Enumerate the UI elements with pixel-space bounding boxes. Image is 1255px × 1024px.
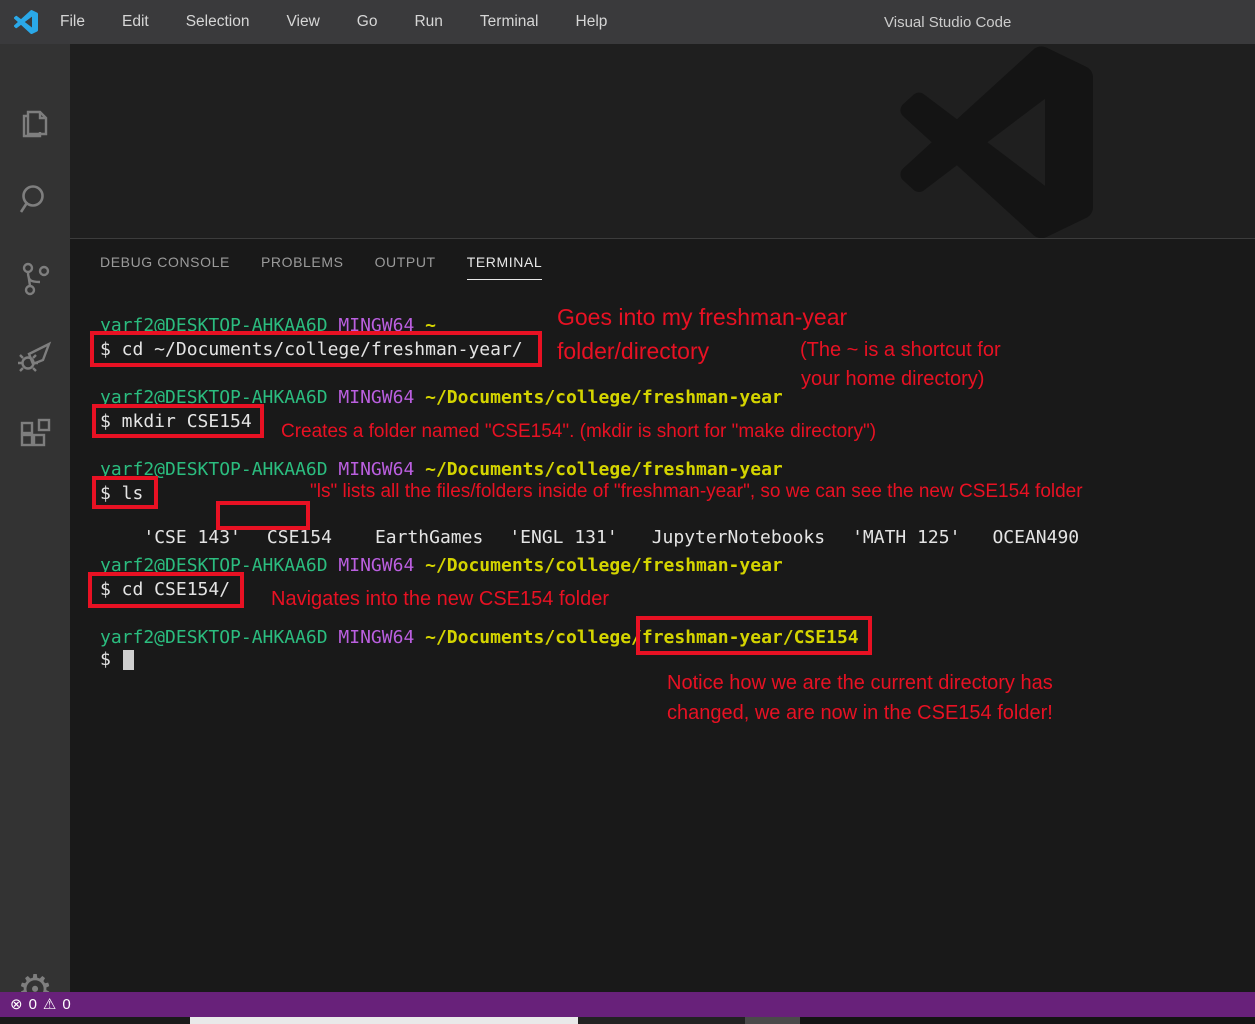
prompt-line-1: yarf2@DESKTOP-AHKAA6D MINGW64 ~ — [100, 316, 436, 336]
prompt-line-3: yarf2@DESKTOP-AHKAA6D MINGW64 ~/Document… — [100, 460, 783, 480]
ls-item: 'CSE 143' — [143, 528, 241, 548]
ls-item: JupyterNotebooks — [652, 528, 825, 548]
status-bar: ⊗ 0 ⚠ 0 — [0, 992, 1255, 1017]
prompt-line-5: yarf2@DESKTOP-AHKAA6D MINGW64 ~/Document… — [100, 628, 859, 648]
vscode-window: File Edit Selection View Go Run Terminal… — [0, 0, 1255, 1024]
vscode-logo-icon — [14, 10, 38, 34]
menu-go[interactable]: Go — [357, 13, 378, 31]
menu-view[interactable]: View — [286, 13, 319, 31]
ls-item: 'ENGL 131' — [509, 528, 617, 548]
editor-area — [70, 44, 1255, 238]
annotation-tilde-line1: (The ~ is a shortcut for — [800, 339, 1001, 362]
warnings-icon: ⚠ — [43, 997, 56, 1012]
menu-bar: File Edit Selection View Go Run Terminal… — [60, 13, 607, 31]
command-cd-freshman-year: $ cd ~/Documents/college/freshman-year/ — [100, 340, 523, 360]
tab-debug-console[interactable]: DEBUG CONSOLE — [100, 254, 230, 280]
annotation-goes-into-line1: Goes into my freshman-year — [557, 304, 847, 331]
tab-output[interactable]: OUTPUT — [375, 254, 436, 280]
annotation-goes-into-line2: folder/directory — [557, 338, 709, 365]
annotation-ls-note: "ls" lists all the files/folders inside … — [310, 481, 1083, 503]
annotation-notice-line2: changed, we are now in the CSE154 folder… — [667, 702, 1053, 725]
menu-file[interactable]: File — [60, 13, 85, 31]
annotation-notice-line1: Notice how we are the current directory … — [667, 672, 1053, 695]
ls-item-cse154: CSE154 — [267, 528, 332, 548]
bottom-strip-segment — [190, 1017, 578, 1024]
bottom-strip-segment — [800, 1017, 1255, 1024]
current-prompt-line[interactable]: $ — [100, 650, 134, 670]
annotation-tilde-line2: your home directory) — [801, 368, 984, 391]
command-mkdir: $ mkdir CSE154 — [100, 412, 252, 432]
command-cd-cse154: $ cd CSE154/ — [100, 580, 230, 600]
menu-edit[interactable]: Edit — [122, 13, 149, 31]
activity-bar: ⚙ — [0, 44, 70, 992]
bottom-strip-segment — [0, 1017, 190, 1024]
warnings-count: 0 — [62, 996, 70, 1013]
errors-icon: ⊗ — [10, 997, 23, 1012]
panel-tabs: DEBUG CONSOLE PROBLEMS OUTPUT TERMINAL — [100, 254, 542, 280]
ls-item: OCEAN490 — [992, 528, 1079, 548]
errors-count: 0 — [29, 996, 37, 1013]
title-bar: File Edit Selection View Go Run Terminal… — [0, 0, 1255, 44]
bottom-strip-segment — [745, 1017, 800, 1024]
bottom-strip-segment — [578, 1017, 745, 1024]
prompt-line-4: yarf2@DESKTOP-AHKAA6D MINGW64 ~/Document… — [100, 556, 783, 576]
search-icon[interactable] — [15, 180, 55, 220]
source-control-icon[interactable] — [15, 259, 55, 299]
menu-selection[interactable]: Selection — [186, 13, 250, 31]
vscode-watermark-icon — [898, 46, 1096, 238]
problems-indicator[interactable]: ⊗ 0 ⚠ 0 — [10, 996, 71, 1013]
menu-help[interactable]: Help — [576, 13, 608, 31]
terminal-cursor — [123, 650, 134, 670]
menu-terminal[interactable]: Terminal — [480, 13, 539, 31]
ls-item: 'MATH 125' — [852, 528, 960, 548]
extensions-icon[interactable] — [15, 416, 55, 456]
menu-run[interactable]: Run — [414, 13, 442, 31]
annotation-cd-note: Navigates into the new CSE154 folder — [271, 588, 609, 611]
explorer-icon[interactable] — [15, 104, 55, 144]
command-ls: $ ls — [100, 484, 143, 504]
tab-problems[interactable]: PROBLEMS — [261, 254, 344, 280]
run-and-debug-icon[interactable] — [15, 336, 55, 376]
ls-item: EarthGames — [375, 528, 483, 548]
window-title: Visual Studio Code — [884, 0, 1011, 44]
annotation-mkdir-note: Creates a folder named "CSE154". (mkdir … — [281, 421, 876, 443]
tab-terminal[interactable]: TERMINAL — [467, 254, 543, 280]
prompt-line-2: yarf2@DESKTOP-AHKAA6D MINGW64 ~/Document… — [100, 388, 783, 408]
path-boxed-segment: freshman-year/CSE154 — [642, 627, 859, 648]
